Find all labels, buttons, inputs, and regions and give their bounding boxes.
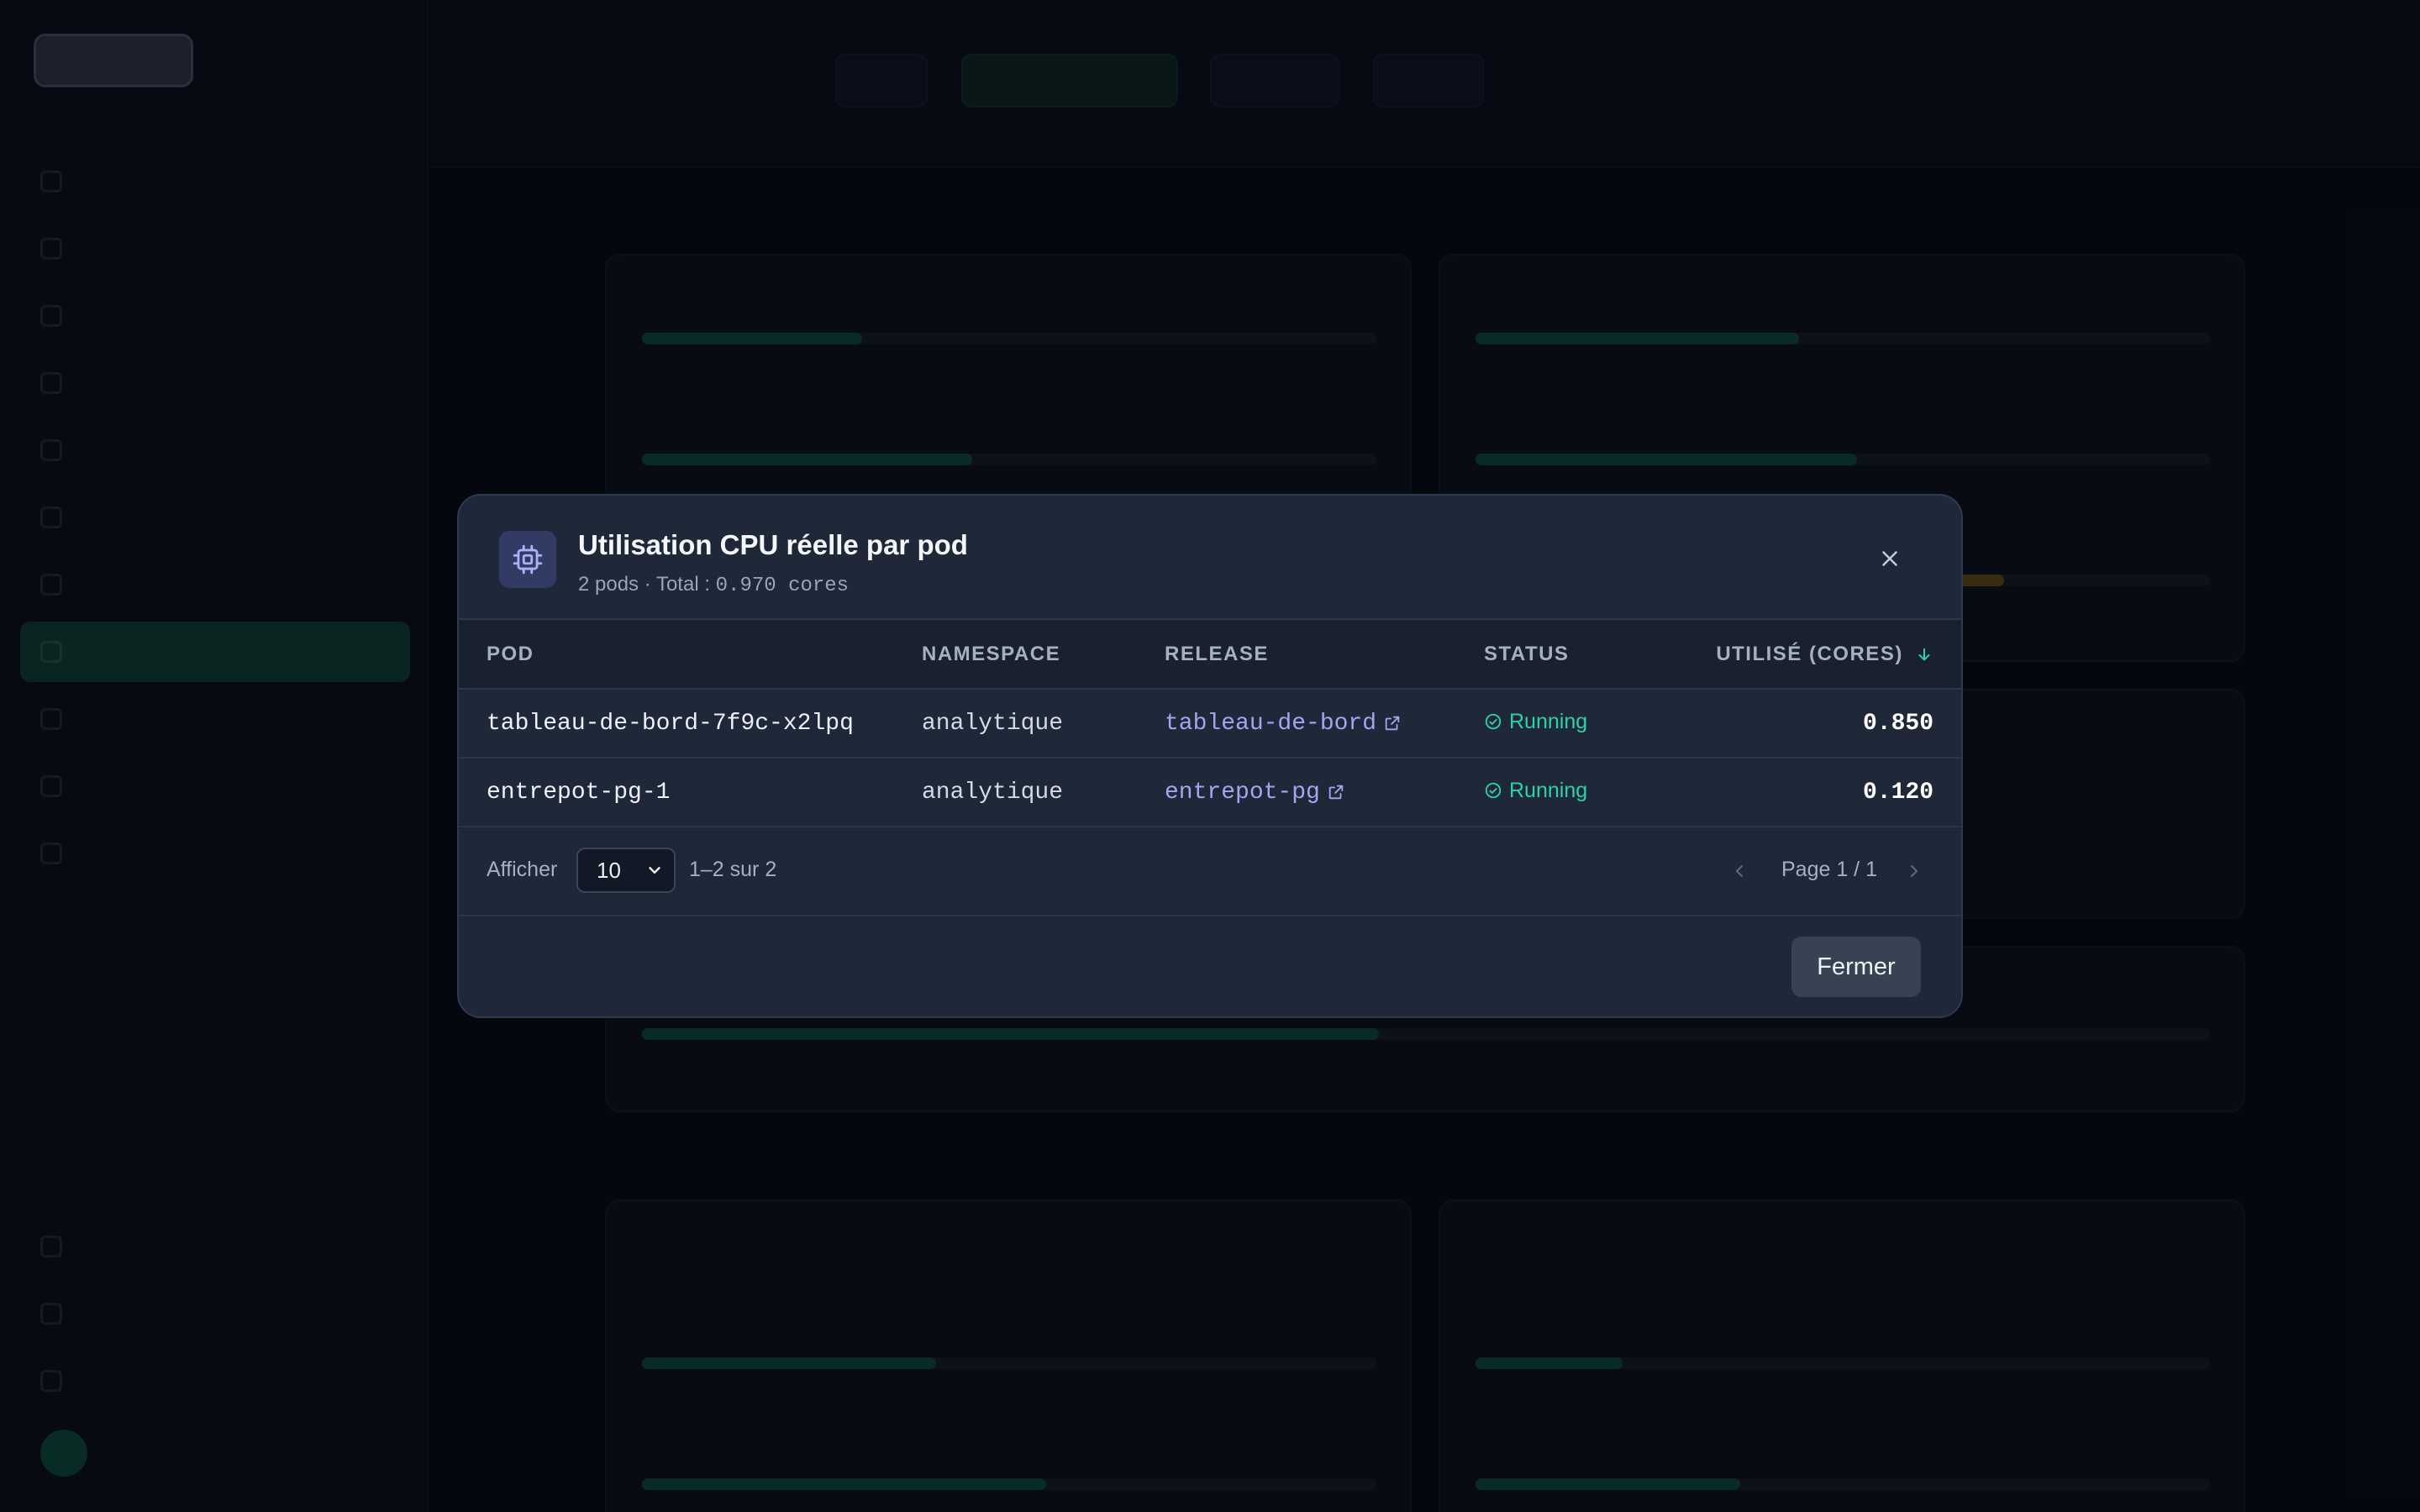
cpu-usage-modal: Utilisation CPU réelle par pod 2 pods · … bbox=[457, 494, 1963, 1018]
column-header-namespace[interactable]: NAMESPACE bbox=[922, 620, 1165, 689]
chevron-left-icon bbox=[1736, 865, 1743, 877]
column-header-used[interactable]: UTILISÉ (CORES) bbox=[1694, 620, 1961, 689]
modal-subtitle: 2 pods · Total : 0.970 cores bbox=[578, 573, 849, 597]
release-link[interactable]: tableau-de-bord bbox=[1165, 711, 1402, 737]
external-link-icon bbox=[1385, 716, 1400, 731]
release-cell: tableau-de-bord bbox=[1165, 689, 1484, 758]
close-button[interactable]: Fermer bbox=[1791, 937, 1921, 997]
modal-footer: Fermer bbox=[459, 916, 1961, 1016]
table-row: entrepot-pg-1 analytique entrepot-pg Run… bbox=[459, 758, 1961, 827]
chevron-right-icon bbox=[1911, 865, 1918, 877]
previous-page-button[interactable] bbox=[1724, 856, 1754, 886]
page-size-select[interactable]: 10 bbox=[576, 848, 676, 893]
page-indicator: Page 1 / 1 bbox=[1781, 858, 1877, 881]
arrow-down-icon bbox=[1918, 648, 1930, 660]
chevron-down-icon bbox=[649, 867, 660, 874]
release-link-label: tableau-de-bord bbox=[1165, 710, 1377, 737]
page-size-value: 10 bbox=[597, 857, 621, 883]
modal-header: Utilisation CPU réelle par pod 2 pods · … bbox=[459, 496, 1961, 620]
table-row: tableau-de-bord-7f9c-x2lpq analytique ta… bbox=[459, 689, 1961, 758]
release-link-label: entrepot-pg bbox=[1165, 779, 1320, 806]
namespace-value: analytique bbox=[922, 779, 1064, 806]
column-header-used-label: UTILISÉ (CORES) bbox=[1716, 642, 1903, 665]
pods-table: POD NAMESPACE RELEASE STATUS UTILISÉ (CO… bbox=[459, 620, 1961, 827]
check-circle-icon bbox=[1485, 783, 1502, 799]
used-cores-value: 0.120 bbox=[1862, 779, 1933, 806]
release-cell: entrepot-pg bbox=[1165, 758, 1484, 827]
modal-title: Utilisation CPU réelle par pod bbox=[578, 529, 968, 560]
pagination-bar: Afficher 10 1–2 sur 2 Page 1 / 1 bbox=[459, 827, 1961, 916]
status-badge: Running bbox=[1484, 689, 1694, 758]
check-circle-icon bbox=[1485, 714, 1502, 730]
page-size-label: Afficher bbox=[487, 858, 558, 881]
close-icon[interactable] bbox=[1874, 543, 1906, 575]
column-header-release[interactable]: RELEASE bbox=[1165, 620, 1484, 689]
status-label: Running bbox=[1509, 778, 1588, 802]
column-header-status[interactable]: STATUS bbox=[1484, 620, 1694, 689]
external-link-icon bbox=[1328, 785, 1344, 800]
status-badge: Running bbox=[1484, 758, 1694, 827]
pod-name: entrepot-pg-1 bbox=[487, 779, 671, 806]
pod-name: tableau-de-bord-7f9c-x2lpq bbox=[487, 710, 854, 737]
table-header-row: POD NAMESPACE RELEASE STATUS UTILISÉ (CO… bbox=[459, 620, 1961, 689]
status-label: Running bbox=[1509, 709, 1588, 733]
next-page-button[interactable] bbox=[1899, 856, 1929, 886]
cpu-icon bbox=[499, 531, 556, 588]
release-link[interactable]: entrepot-pg bbox=[1165, 780, 1345, 806]
namespace-value: analytique bbox=[922, 710, 1064, 737]
used-cores-value: 0.850 bbox=[1862, 710, 1933, 737]
total-cores-value: 0.970 cores bbox=[715, 575, 850, 597]
pod-count-text: 2 pods · Total : bbox=[578, 573, 716, 596]
range-text: 1–2 sur 2 bbox=[689, 858, 777, 881]
column-header-pod[interactable]: POD bbox=[459, 620, 922, 689]
